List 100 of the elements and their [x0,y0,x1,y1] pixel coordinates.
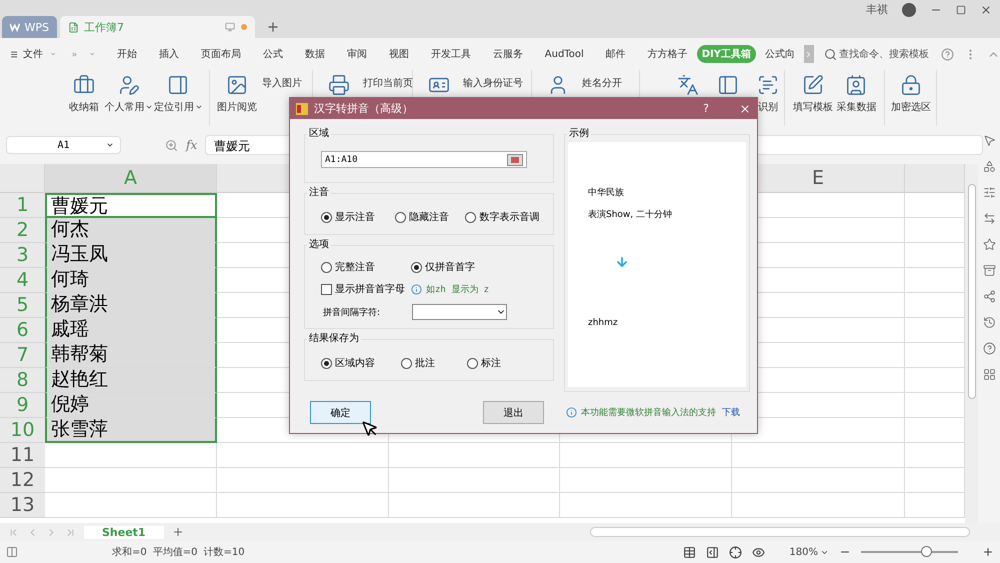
ribbon-button[interactable]: 打印当前页 [363,76,413,90]
scroll-right-button[interactable] [804,45,814,63]
table-cell[interactable]: 冯玉凤 [45,243,217,268]
history-icon[interactable] [982,316,996,329]
range-field[interactable]: A1:A10 [321,151,527,168]
table-cell[interactable]: 何琦 [45,268,217,293]
row-header[interactable]: 13 [0,493,45,518]
table-cell[interactable]: 戚瑶 [45,318,217,343]
download-link[interactable]: 下载 [722,406,740,419]
radio-option[interactable]: 隐藏注音 [395,210,466,224]
menu-tab[interactable]: 公式向 [760,45,800,63]
search-icon[interactable] [824,48,837,60]
page-break-icon[interactable] [706,546,720,558]
radio-option[interactable]: 仅拼音首字 [411,260,501,274]
translate-icon[interactable] [677,74,699,96]
table-cell[interactable] [389,443,560,468]
scrollbar-thumb[interactable] [968,184,976,399]
sheet-tab[interactable]: Sheet1 [84,526,164,538]
form-edit-icon[interactable] [802,74,824,96]
menu-tab[interactable]: AudTool [540,46,589,62]
table-cell[interactable] [389,493,560,518]
ribbon-button[interactable]: 个人常用 [104,100,144,114]
table-cell[interactable] [905,293,965,318]
table-cell[interactable]: 杨章洪 [45,293,217,318]
row-header[interactable]: 11 [0,443,45,468]
select-all-corner[interactable] [0,164,45,193]
radio-option[interactable]: 批注 [401,356,467,370]
menu-tab[interactable]: 插入 [154,45,184,63]
maximize-icon[interactable] [956,4,966,14]
help-icon[interactable] [940,48,954,60]
scan-text-icon[interactable] [757,74,779,96]
help-button[interactable]: ? [703,102,709,115]
vertical-scrollbar[interactable] [965,164,978,523]
star-icon[interactable] [982,238,996,251]
panel-icon[interactable] [717,74,739,96]
zoom-level[interactable]: 180% [789,546,818,558]
layout-icon[interactable] [6,546,18,558]
ribbon-button[interactable]: 姓名分开 [582,76,622,90]
radio-option[interactable]: 显示注音 [321,210,396,224]
table-cell[interactable] [217,468,389,493]
slider-thumb[interactable] [920,546,932,557]
menu-tab[interactable]: 数据 [300,45,330,63]
checkbox[interactable]: 显示拼音首字母 [321,282,407,296]
user-edit-icon[interactable] [118,74,140,96]
separator-dropdown[interactable] [412,304,507,320]
pointer-icon[interactable] [982,134,996,147]
menu-tab[interactable]: 审阅 [342,45,372,63]
ribbon-button[interactable]: 输入身份证号 [463,76,523,90]
table-cell[interactable] [905,368,965,393]
menu-tab[interactable]: 视图 [384,45,414,63]
table-cell[interactable] [905,493,965,518]
search-field[interactable]: 查找命令、搜索模板 [838,47,929,61]
close-icon[interactable] [739,102,751,114]
image-icon[interactable] [226,74,248,96]
panel-icon[interactable] [167,74,190,96]
share-icon[interactable] [982,290,996,303]
ribbon-button[interactable]: 加密选区 [891,100,931,114]
table-cell[interactable]: 张雪萍 [45,418,217,443]
menu-tab[interactable]: 云服务 [488,45,528,63]
name-box[interactable]: A1 [6,136,121,154]
table-cell[interactable]: 赵艳红 [45,368,217,393]
radio-option[interactable]: 区域内容 [321,356,401,370]
table-cell[interactable] [732,468,905,493]
table-cell[interactable] [732,443,905,468]
ok-button[interactable]: 确定 [310,401,371,424]
menu-tab[interactable]: 邮件 [600,45,631,63]
table-cell[interactable] [217,493,389,518]
menu-tab[interactable]: 公式 [258,45,288,63]
table-cell[interactable]: 何杰 [45,218,217,243]
table-cell[interactable]: 倪婷 [45,393,217,418]
archive-icon[interactable] [982,264,996,277]
table-cell[interactable]: 曹媛元 [45,193,217,218]
radio-option[interactable]: 标注 [467,356,527,370]
table-cell[interactable] [905,218,965,243]
table-cell[interactable] [905,418,965,443]
reading-mode-icon[interactable] [729,546,742,558]
table-cell[interactable] [560,443,732,468]
table-cell[interactable] [45,493,217,518]
menu-tab[interactable]: 开始 [112,45,142,63]
menu-tab[interactable]: 页面布局 [196,45,246,63]
apps-icon[interactable] [982,368,996,381]
ribbon-button[interactable]: 导入图片 [262,76,302,90]
add-sheet-icon[interactable] [172,526,184,538]
table-cell[interactable] [217,443,389,468]
briefcase-icon[interactable] [73,74,95,96]
normal-view-icon[interactable] [683,546,696,558]
caret-icon[interactable] [106,141,114,149]
ribbon-button[interactable]: 收纳箱 [69,100,99,114]
caret-icon[interactable] [145,103,154,111]
new-tab-icon[interactable] [266,20,280,34]
printer-icon[interactable] [328,74,350,96]
ribbon-button[interactable]: 填写模板 [792,100,833,114]
table-cell[interactable] [905,268,965,293]
table-cell[interactable] [905,193,965,218]
menu-tab[interactable]: 方方格子 [642,45,693,63]
table-cell[interactable] [732,493,905,518]
range-picker-icon[interactable] [507,154,523,166]
table-cell[interactable] [905,468,965,493]
column-header[interactable] [905,164,965,193]
table-cell[interactable] [560,468,732,493]
